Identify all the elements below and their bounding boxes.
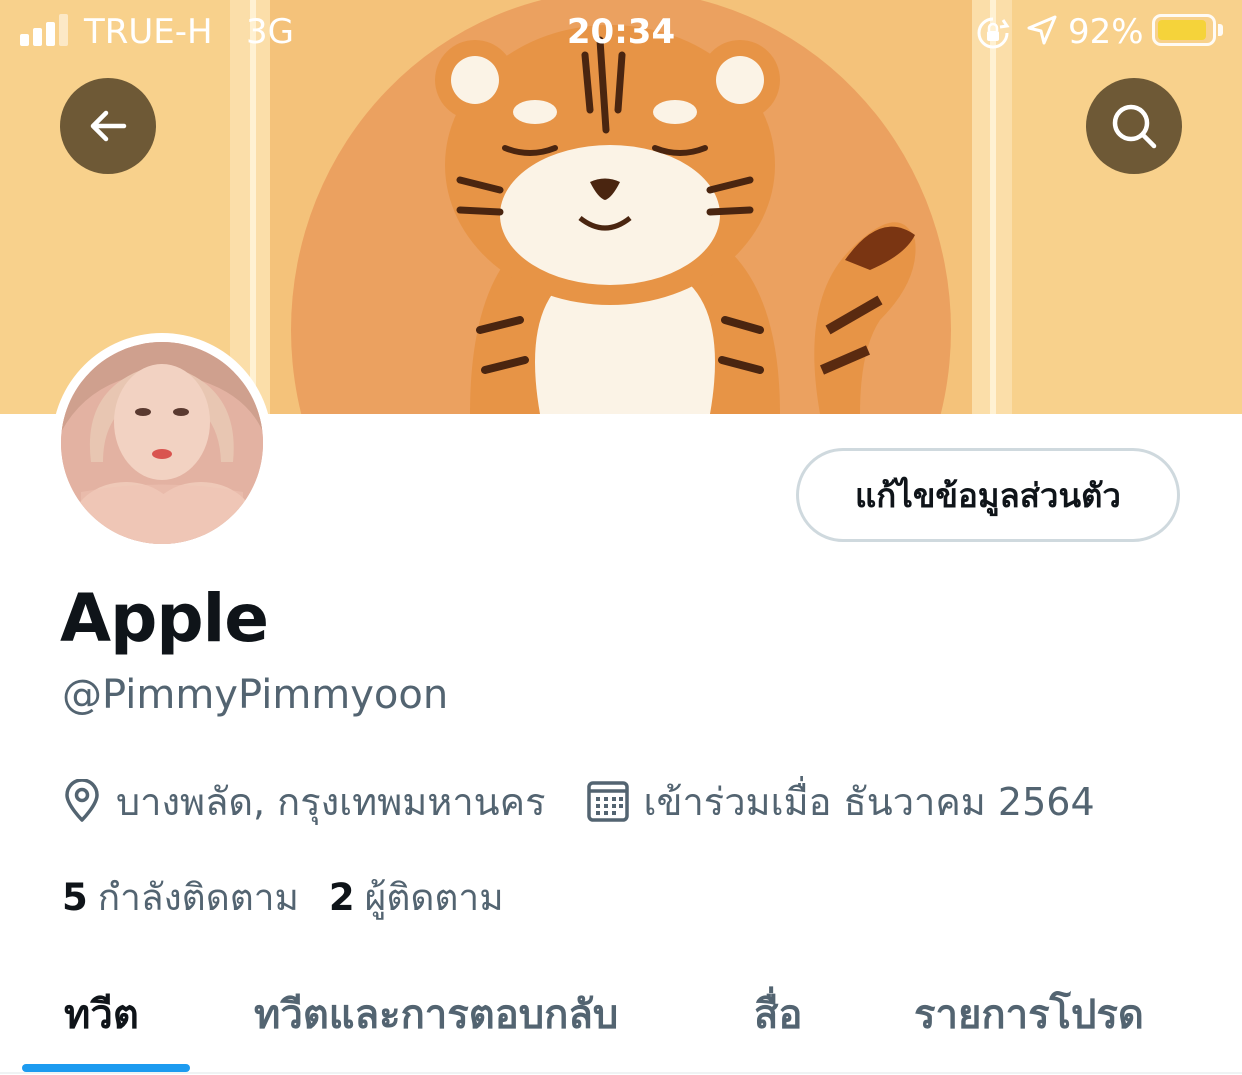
profile-meta: บางพลัด, กรุงเทพมหานคร เข้าร่วมเมื่อ ธัน… — [62, 776, 1095, 826]
arrow-left-icon — [90, 110, 127, 142]
following-count: 5 — [62, 876, 88, 919]
follow-stats: 5 กำลังติดตาม 2 ผู้ติดตาม — [62, 868, 534, 927]
location-item: บางพลัด, กรุงเทพมหานคร — [62, 771, 546, 832]
location-arrow-icon — [1027, 15, 1057, 45]
location-text: บางพลัด, กรุงเทพมหานคร — [116, 779, 546, 824]
tab-tweets-and-replies[interactable]: ทวีตและการตอบกลับ — [254, 982, 618, 1046]
orientation-lock-icon — [977, 17, 1010, 49]
battery-percent: 92% — [1068, 12, 1144, 52]
search-icon — [1112, 104, 1157, 149]
joined-text: เข้าร่วมเมื่อ ธันวาคม 2564 — [643, 779, 1095, 824]
display-name: Apple — [60, 580, 269, 657]
back-button[interactable] — [60, 78, 156, 174]
joined-item: เข้าร่วมเมื่อ ธันวาคม 2564 — [586, 771, 1095, 832]
tab-media[interactable]: สื่อ — [754, 982, 802, 1046]
avatar-portrait — [61, 342, 263, 544]
tab-tweets[interactable]: ทวีต — [64, 982, 139, 1046]
active-tab-indicator — [22, 1064, 190, 1072]
profile-tabs: ทวีต ทวีตและการตอบกลับ สื่อ รายการโปรด — [0, 970, 1242, 1075]
location-pin-icon — [65, 779, 99, 822]
followers-label: ผู้ติดตาม — [364, 876, 504, 919]
status-bar: TRUE-H 3G 20:34 92% — [0, 0, 1242, 66]
followers-link[interactable]: 2 ผู้ติดตาม — [329, 868, 504, 927]
following-label: กำลังติดตาม — [97, 876, 299, 919]
user-handle: @PimmyPimmyoon — [62, 672, 449, 718]
search-button[interactable] — [1086, 78, 1182, 174]
calendar-icon — [586, 781, 629, 822]
tab-likes[interactable]: รายการโปรด — [914, 982, 1144, 1046]
battery-level-fill — [1158, 20, 1206, 40]
following-link[interactable]: 5 กำลังติดตาม — [62, 868, 299, 927]
tabs-divider — [0, 1072, 1242, 1074]
battery-icon — [1152, 14, 1216, 46]
avatar[interactable] — [52, 333, 272, 553]
battery-tip — [1218, 24, 1223, 36]
avatar-photo — [61, 342, 263, 544]
edit-profile-button[interactable]: แก้ไขข้อมูลส่วนตัว — [796, 448, 1180, 542]
followers-count: 2 — [328, 876, 355, 919]
